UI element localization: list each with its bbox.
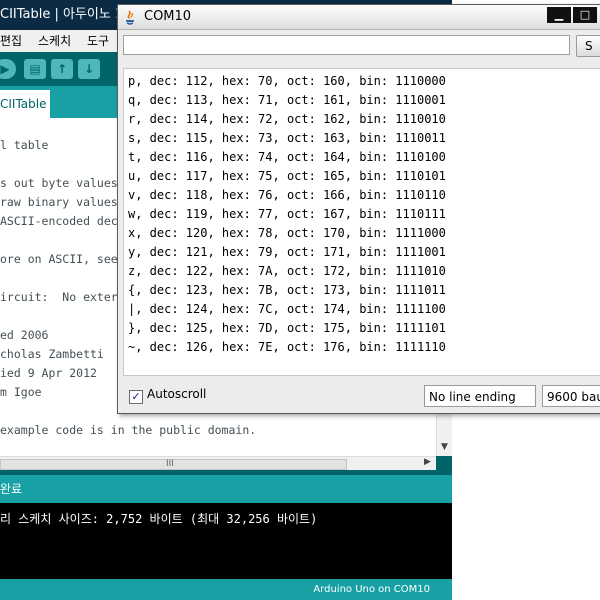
output-line: {, dec: 123, hex: 7B, oct: 173, bin: 111… bbox=[128, 283, 446, 297]
ide-title: CIITable | 아두이노 1 bbox=[0, 7, 124, 22]
send-button[interactable]: S bbox=[576, 35, 600, 57]
scrollbar-thumb[interactable]: III bbox=[0, 459, 347, 470]
editor-horizontal-scrollbar[interactable]: III ▶ bbox=[0, 456, 436, 471]
console-text: 리 스케치 사이즈: 2,752 바이트 (최대 32,256 바이트) bbox=[0, 512, 318, 526]
java-icon bbox=[126, 10, 134, 25]
serial-monitor-footer: ✓ Autoscroll No line ending 9600 baud bbox=[118, 379, 600, 413]
scroll-down-arrow-icon[interactable]: ▼ bbox=[441, 442, 448, 452]
new-sketch-button[interactable]: ▤ bbox=[24, 59, 46, 79]
output-line: u, dec: 117, hex: 75, oct: 165, bin: 111… bbox=[128, 169, 446, 183]
autoscroll-label[interactable]: Autoscroll bbox=[147, 387, 206, 401]
send-row: S bbox=[118, 29, 600, 69]
status-bar: 완료 bbox=[0, 475, 452, 503]
maximize-button[interactable]: □ bbox=[573, 7, 597, 23]
menu-sketch[interactable]: 스케치 bbox=[38, 30, 71, 52]
console-output: 리 스케치 사이즈: 2,752 바이트 (최대 32,256 바이트) bbox=[0, 503, 452, 579]
grip-icon: III bbox=[166, 459, 174, 469]
output-line: |, dec: 124, hex: 7C, oct: 174, bin: 111… bbox=[128, 302, 446, 316]
code-line: ied 9 Apr 2012 bbox=[0, 366, 97, 380]
code-line: ircuit: No externa bbox=[0, 290, 132, 304]
serial-output[interactable]: p, dec: 112, hex: 70, oct: 160, bin: 111… bbox=[123, 68, 600, 376]
output-line: ~, dec: 126, hex: 7E, oct: 176, bin: 111… bbox=[128, 340, 446, 354]
board-port-text: Arduino Uno on COM10 bbox=[313, 584, 430, 595]
output-line: x, dec: 120, hex: 78, oct: 170, bin: 111… bbox=[128, 226, 446, 240]
code-line: raw binary values bbox=[0, 195, 118, 209]
scroll-right-arrow-icon[interactable]: ▶ bbox=[424, 457, 431, 467]
open-sketch-button[interactable]: ↑ bbox=[51, 59, 73, 79]
autoscroll-checkbox[interactable]: ✓ bbox=[129, 390, 143, 404]
menu-edit[interactable]: 편집 bbox=[0, 30, 22, 52]
status-text: 완료 bbox=[0, 482, 23, 496]
output-line: y, dec: 121, hex: 79, oct: 171, bin: 111… bbox=[128, 245, 446, 259]
code-line: l table bbox=[0, 138, 49, 152]
baud-rate-select[interactable]: 9600 baud bbox=[542, 385, 600, 407]
tab-asciitable[interactable]: CIITable bbox=[0, 90, 50, 118]
line-ending-select[interactable]: No line ending bbox=[424, 385, 536, 407]
output-line: s, dec: 115, hex: 73, oct: 163, bin: 111… bbox=[128, 131, 446, 145]
output-line: t, dec: 116, hex: 74, oct: 164, bin: 111… bbox=[128, 150, 446, 164]
upload-button[interactable]: ▶ bbox=[0, 59, 16, 79]
serial-monitor-title-bar[interactable]: COM10 ▁ □ bbox=[118, 5, 600, 30]
save-sketch-button[interactable]: ↓ bbox=[78, 59, 100, 79]
code-line: ed 2006 bbox=[0, 328, 49, 342]
tab-label: CIITable bbox=[0, 97, 47, 111]
serial-input[interactable] bbox=[123, 35, 570, 55]
code-line: example code is in the public domain. bbox=[0, 423, 257, 437]
output-line: w, dec: 119, hex: 77, oct: 167, bin: 111… bbox=[128, 207, 446, 221]
code-line: cholas Zambetti bbox=[0, 347, 104, 361]
output-line: q, dec: 113, hex: 71, oct: 161, bin: 111… bbox=[128, 93, 446, 107]
output-line: z, dec: 122, hex: 7A, oct: 172, bin: 111… bbox=[128, 264, 446, 278]
code-line: m Igoe bbox=[0, 385, 42, 399]
serial-monitor-window: COM10 ▁ □ S p, dec: 112, hex: 70, oct: 1… bbox=[117, 4, 600, 414]
board-port-footer: Arduino Uno on COM10 bbox=[0, 579, 452, 600]
code-line: ASCII-encoded decim bbox=[0, 214, 132, 228]
output-line: v, dec: 118, hex: 76, oct: 166, bin: 111… bbox=[128, 188, 446, 202]
output-line: r, dec: 114, hex: 72, oct: 162, bin: 111… bbox=[128, 112, 446, 126]
menu-tools[interactable]: 도구 bbox=[87, 30, 109, 52]
serial-monitor-title: COM10 bbox=[144, 9, 192, 24]
minimize-button[interactable]: ▁ bbox=[547, 7, 571, 23]
output-line: }, dec: 125, hex: 7D, oct: 175, bin: 111… bbox=[128, 321, 446, 335]
output-line: p, dec: 112, hex: 70, oct: 160, bin: 111… bbox=[128, 74, 446, 88]
